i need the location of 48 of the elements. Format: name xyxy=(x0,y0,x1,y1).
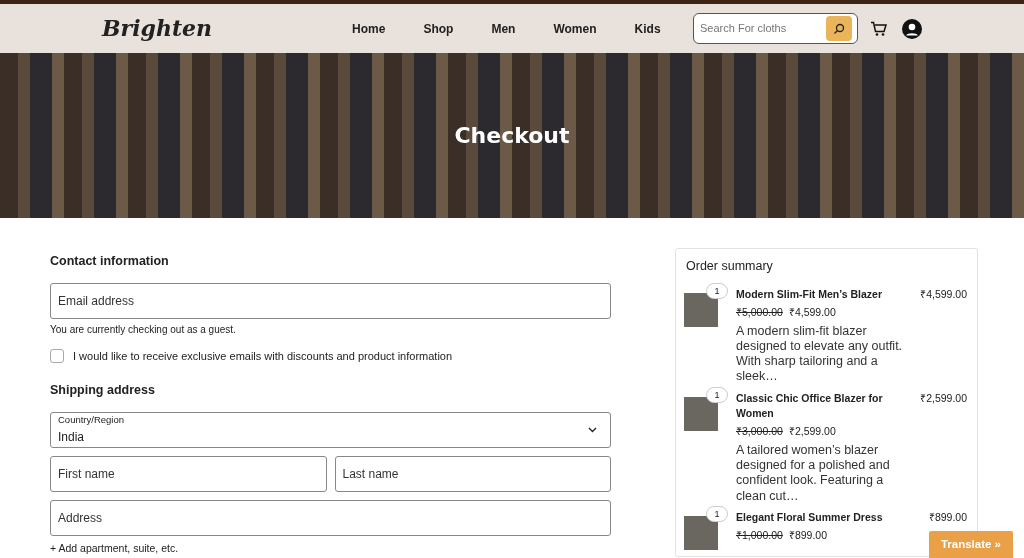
quantity-badge: 1 xyxy=(706,505,728,522)
search-icon xyxy=(833,22,845,35)
nav-link[interactable]: Kids xyxy=(634,19,661,38)
product-description: A tailored women’s blazer designed for a polished and confident look. Featuring a clean cut… xyxy=(736,442,891,504)
line-total: ₹4,599.00 xyxy=(920,287,967,302)
product-name: Elegant Floral Summer Dress xyxy=(736,509,884,525)
product-description: A modern slim-fit blazer designed to elevate any outfit. With sharp tailoring and a sleek… xyxy=(736,323,903,385)
user-avatar-icon[interactable] xyxy=(902,18,922,39)
original-price: ₹5,000.00 xyxy=(736,304,783,320)
select-value: India xyxy=(58,428,86,446)
address-field[interactable]: Address xyxy=(50,499,611,536)
chevron-down-icon xyxy=(588,426,597,433)
line-total: ₹2,599.00 xyxy=(920,390,967,406)
product-name: Modern Slim-Fit Men’s Blazer xyxy=(736,287,884,302)
country-select[interactable]: Country/Region India xyxy=(50,411,611,448)
nav-link[interactable]: Women xyxy=(553,19,597,38)
section-heading: Shipping address xyxy=(50,382,156,398)
page-title: Checkout xyxy=(454,122,570,150)
guest-note: You are currently checking out as a guest. xyxy=(50,323,237,337)
sale-price: ₹4,599.00 xyxy=(788,304,836,320)
email-field[interactable]: Email address xyxy=(50,283,611,319)
newsletter-label: I would like to receive exclusive emails with discounts and product information xyxy=(73,349,453,364)
nav-link[interactable]: Men xyxy=(491,19,516,38)
search-button[interactable] xyxy=(826,16,852,41)
quantity-badge: 1 xyxy=(706,386,728,403)
search-field[interactable]: Search For cloths xyxy=(696,19,826,38)
summary-heading: Order summary xyxy=(686,259,774,274)
product-photo xyxy=(684,515,718,550)
section-heading: Contact information xyxy=(50,254,170,269)
add-apartment-link[interactable]: + Add apartment, suite, etc. xyxy=(50,540,179,557)
cart-icon[interactable] xyxy=(870,20,887,37)
newsletter-checkbox[interactable] xyxy=(50,349,64,364)
line-total: ₹899.00 xyxy=(928,509,967,525)
product-name: Classic Chic Office Blazer for Women xyxy=(736,390,884,422)
last-name-field[interactable]: Last name xyxy=(334,455,611,492)
field-label: Country/Region xyxy=(58,413,125,428)
original-price: ₹3,000.00 xyxy=(736,424,783,439)
quantity-badge: 1 xyxy=(706,283,728,299)
brand-logo[interactable]: Brighten xyxy=(102,12,213,45)
nav-link[interactable]: Shop xyxy=(423,19,454,38)
original-price: ₹1,000.00 xyxy=(736,527,783,543)
sale-price: ₹2,599.00 xyxy=(788,424,836,439)
first-name-field[interactable]: First name xyxy=(50,455,327,492)
sale-price: ₹899.00 xyxy=(788,527,827,543)
product-photo xyxy=(684,293,718,327)
nav-link[interactable]: Home xyxy=(352,19,386,38)
product-photo xyxy=(684,396,718,431)
search-bar[interactable]: Search For cloths xyxy=(693,13,858,44)
